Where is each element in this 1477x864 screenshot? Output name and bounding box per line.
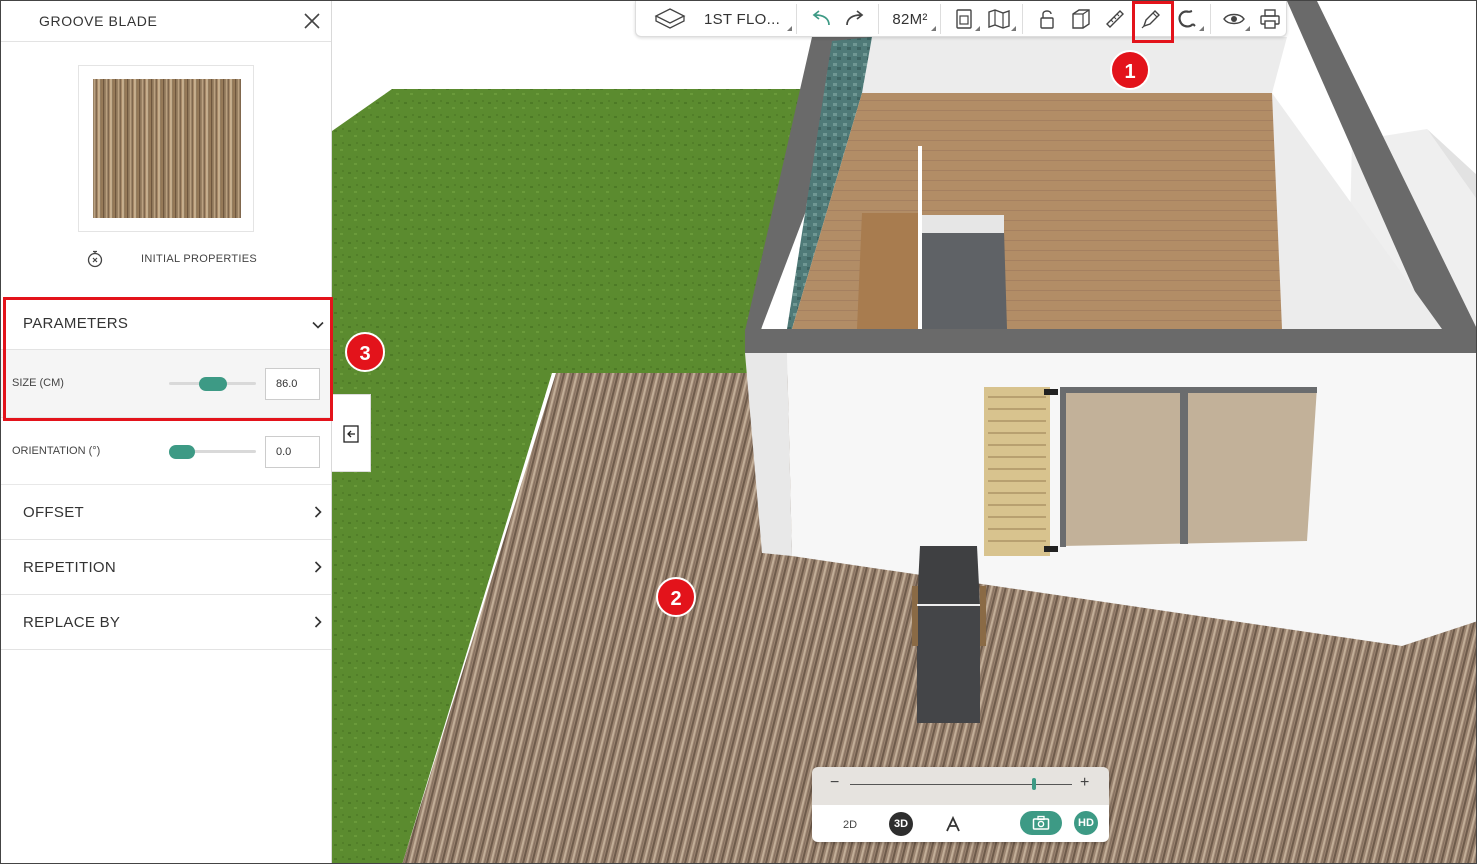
undo-button[interactable] xyxy=(806,7,836,31)
initial-properties-label: INITIAL PROPERTIES xyxy=(141,253,258,265)
magnet-icon xyxy=(1178,10,1196,28)
floor-label: 1ST FLO... xyxy=(703,10,781,28)
section-replace-by-label: REPLACE BY xyxy=(23,614,121,631)
orientation-slider-handle[interactable] xyxy=(169,445,195,459)
arrow-left-icon xyxy=(343,425,359,443)
zoom-in-button[interactable]: + xyxy=(1080,774,1089,792)
size-slider-handle[interactable] xyxy=(198,377,227,391)
area-button[interactable]: 82M² xyxy=(886,7,936,31)
view-3d-button[interactable]: 3D xyxy=(889,812,913,836)
param-orientation-label: ORIENTATION (°) xyxy=(12,445,101,457)
material-preview xyxy=(78,65,254,232)
section-parameters-label: PARAMETERS xyxy=(23,315,129,332)
redo-icon xyxy=(846,10,864,26)
ruler-button[interactable] xyxy=(1102,7,1128,31)
app-window: GROOVE BLADE INITIAL PROPERTIES PARAMETE… xyxy=(0,0,1477,864)
camera-icon xyxy=(1032,815,1050,830)
view-mode-bar: 2D 3D HD xyxy=(812,805,1109,842)
print-button[interactable] xyxy=(1256,7,1284,31)
initial-properties-button[interactable]: INITIAL PROPERTIES xyxy=(85,249,257,269)
annotation-badge-1: 1 xyxy=(1110,50,1150,90)
visibility-button[interactable] xyxy=(1220,7,1250,31)
map-button[interactable] xyxy=(984,7,1016,31)
view-controls: − + 2D 3D HD xyxy=(812,767,1109,842)
map-icon xyxy=(988,9,1010,29)
area-label: 82M² xyxy=(892,10,928,28)
panel-header: GROOVE BLADE xyxy=(1,1,331,42)
properties-panel: GROOVE BLADE INITIAL PROPERTIES PARAMETE… xyxy=(1,1,332,863)
collapse-panel-button[interactable] xyxy=(332,394,371,472)
param-size-label: SIZE (CM) xyxy=(12,377,64,389)
zoom-out-button[interactable]: − xyxy=(830,774,839,792)
chevron-right-icon xyxy=(314,561,322,573)
cube-icon xyxy=(1072,9,1090,29)
zoom-slider-track[interactable] xyxy=(850,784,1072,785)
reset-icon xyxy=(87,250,103,268)
chevron-down-icon xyxy=(312,321,324,329)
ruler-icon xyxy=(1106,10,1124,28)
section-replace-by[interactable]: REPLACE BY xyxy=(1,595,331,650)
hd-button[interactable]: HD xyxy=(1074,811,1098,835)
material-thumbnail xyxy=(93,79,241,218)
param-size-row: SIZE (CM) xyxy=(1,350,331,418)
print-icon xyxy=(1260,9,1280,29)
screenshot-button[interactable] xyxy=(1020,811,1062,835)
walk-view-icon[interactable] xyxy=(945,815,961,833)
param-orientation-row: ORIENTATION (°) xyxy=(1,418,331,485)
section-offset[interactable]: OFFSET xyxy=(1,485,331,540)
document-icon xyxy=(956,9,972,29)
lock-button[interactable] xyxy=(1034,7,1060,31)
eye-icon xyxy=(1223,13,1245,25)
zoom-slider-handle[interactable] xyxy=(1032,778,1037,790)
section-parameters[interactable]: PARAMETERS xyxy=(1,297,331,350)
undo-icon xyxy=(812,10,830,26)
cube-button[interactable] xyxy=(1068,7,1094,31)
annotation-badge-3: 3 xyxy=(345,332,385,372)
section-offset-label: OFFSET xyxy=(23,504,84,521)
orientation-input[interactable] xyxy=(265,436,320,468)
panel-title: GROOVE BLADE xyxy=(39,13,158,29)
redo-button[interactable] xyxy=(840,7,870,31)
floor-plan-icon xyxy=(654,8,686,29)
top-toolbar: 1ST FLO... 82M² xyxy=(635,1,1287,37)
3d-viewport[interactable] xyxy=(332,1,1476,863)
section-repetition-label: REPETITION xyxy=(23,559,117,576)
view-2d-button[interactable]: 2D xyxy=(843,819,857,831)
floor-select[interactable]: 1ST FLO... xyxy=(694,7,792,31)
section-repetition[interactable]: REPETITION xyxy=(1,540,331,595)
size-input[interactable] xyxy=(265,368,320,400)
chevron-right-icon xyxy=(314,506,322,518)
pencil-button[interactable] xyxy=(1136,7,1166,31)
floor-plan-button[interactable] xyxy=(650,7,690,31)
scene-render xyxy=(332,1,1476,863)
lock-icon xyxy=(1040,10,1054,29)
close-icon[interactable] xyxy=(301,10,323,32)
chevron-right-icon xyxy=(314,616,322,628)
zoom-bar: − + xyxy=(812,767,1109,805)
pencil-icon xyxy=(1141,10,1160,29)
magnet-button[interactable] xyxy=(1172,7,1204,31)
document-button[interactable] xyxy=(950,7,980,31)
annotation-badge-2: 2 xyxy=(656,577,696,617)
